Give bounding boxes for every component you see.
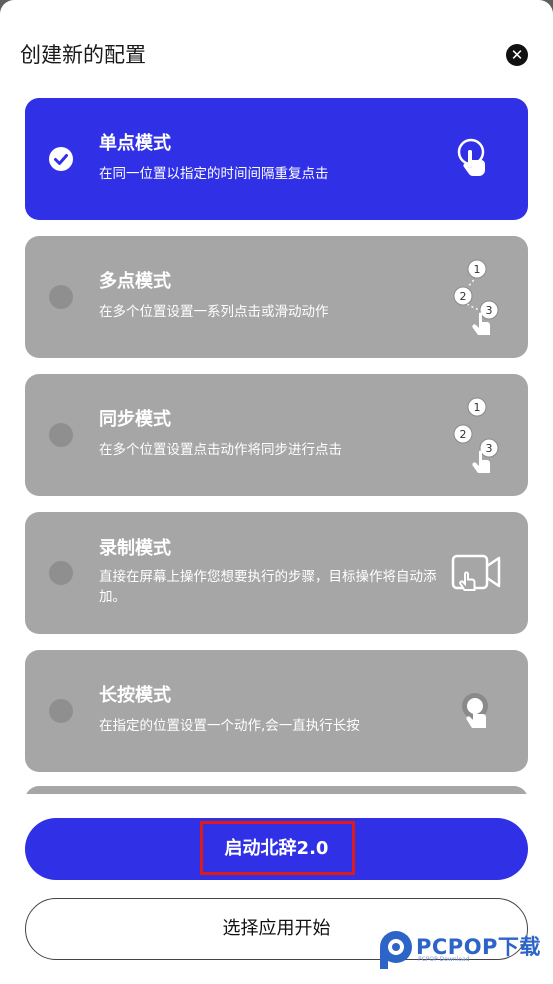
long-press-icon [462,693,488,728]
multi-tap-icon: 1 2 3 [453,259,499,335]
watermark-sub: PCPOP Download [418,956,470,963]
mode-name: 多点模式 [99,271,171,292]
mode-description: 在同一位置以指定的时间间隔重复点击 [99,166,329,182]
radio-unselected [49,285,73,309]
mode-card-record[interactable]: 录制模式 直接在屏幕上操作您想要执行的步骤，目标操作将自动添加。 [25,512,528,634]
mode-description: 在多个位置设置一系列点击或滑动动作 [99,304,329,320]
step-label: 3 [486,304,493,317]
mode-description: 直接在屏幕上操作您想要执行的步骤，目标操作将自动添加。 [99,569,437,605]
create-config-dialog: 创建新的配置 ✕ 单点模式 在同一位置以指定的时间间隔重复点击 多点模式 在多个… [0,0,553,984]
selected-check-icon [49,147,73,171]
step-label: 2 [460,290,467,303]
watermark: PCPOP下载 PCPOP Download [376,928,548,972]
mode-list[interactable]: 单点模式 在同一位置以指定的时间间隔重复点击 多点模式 在多个位置设置一系列点击… [0,90,553,794]
dialog-title: 创建新的配置 [20,43,146,67]
mode-card-partial[interactable] [25,786,528,794]
radio-unselected [49,561,73,585]
mode-description: 在多个位置设置点击动作将同步进行点击 [99,442,342,458]
radio-unselected [49,423,73,447]
step-label: 1 [474,263,481,276]
mode-description: 在指定的位置设置一个动作,会一直执行长按 [99,718,360,734]
mode-card-sync[interactable]: 同步模式 在多个位置设置点击动作将同步进行点击 1 2 3 [25,374,528,496]
radio-unselected [49,699,73,723]
single-tap-icon [457,138,485,176]
step-label: 2 [460,428,467,441]
mode-card-long-press[interactable]: 长按模式 在指定的位置设置一个动作,会一直执行长按 [25,650,528,772]
close-icon[interactable]: ✕ [506,44,528,66]
sync-tap-icon: 1 2 3 [453,397,499,473]
mode-name: 录制模式 [99,538,171,559]
mode-card-single[interactable]: 单点模式 在同一位置以指定的时间间隔重复点击 [25,98,528,220]
record-video-icon [451,554,501,591]
pcpop-logo-icon [380,931,412,969]
mode-name: 单点模式 [99,133,171,154]
start-button[interactable]: 启动北辞2.0 [25,818,528,880]
step-label: 3 [486,442,493,455]
mode-card-multi[interactable]: 多点模式 在多个位置设置一系列点击或滑动动作 1 2 3 [25,236,528,358]
start-button-label: 启动北辞2.0 [224,838,329,859]
step-label: 1 [474,401,481,414]
mode-name: 同步模式 [99,409,171,430]
mode-name: 长按模式 [99,685,171,706]
